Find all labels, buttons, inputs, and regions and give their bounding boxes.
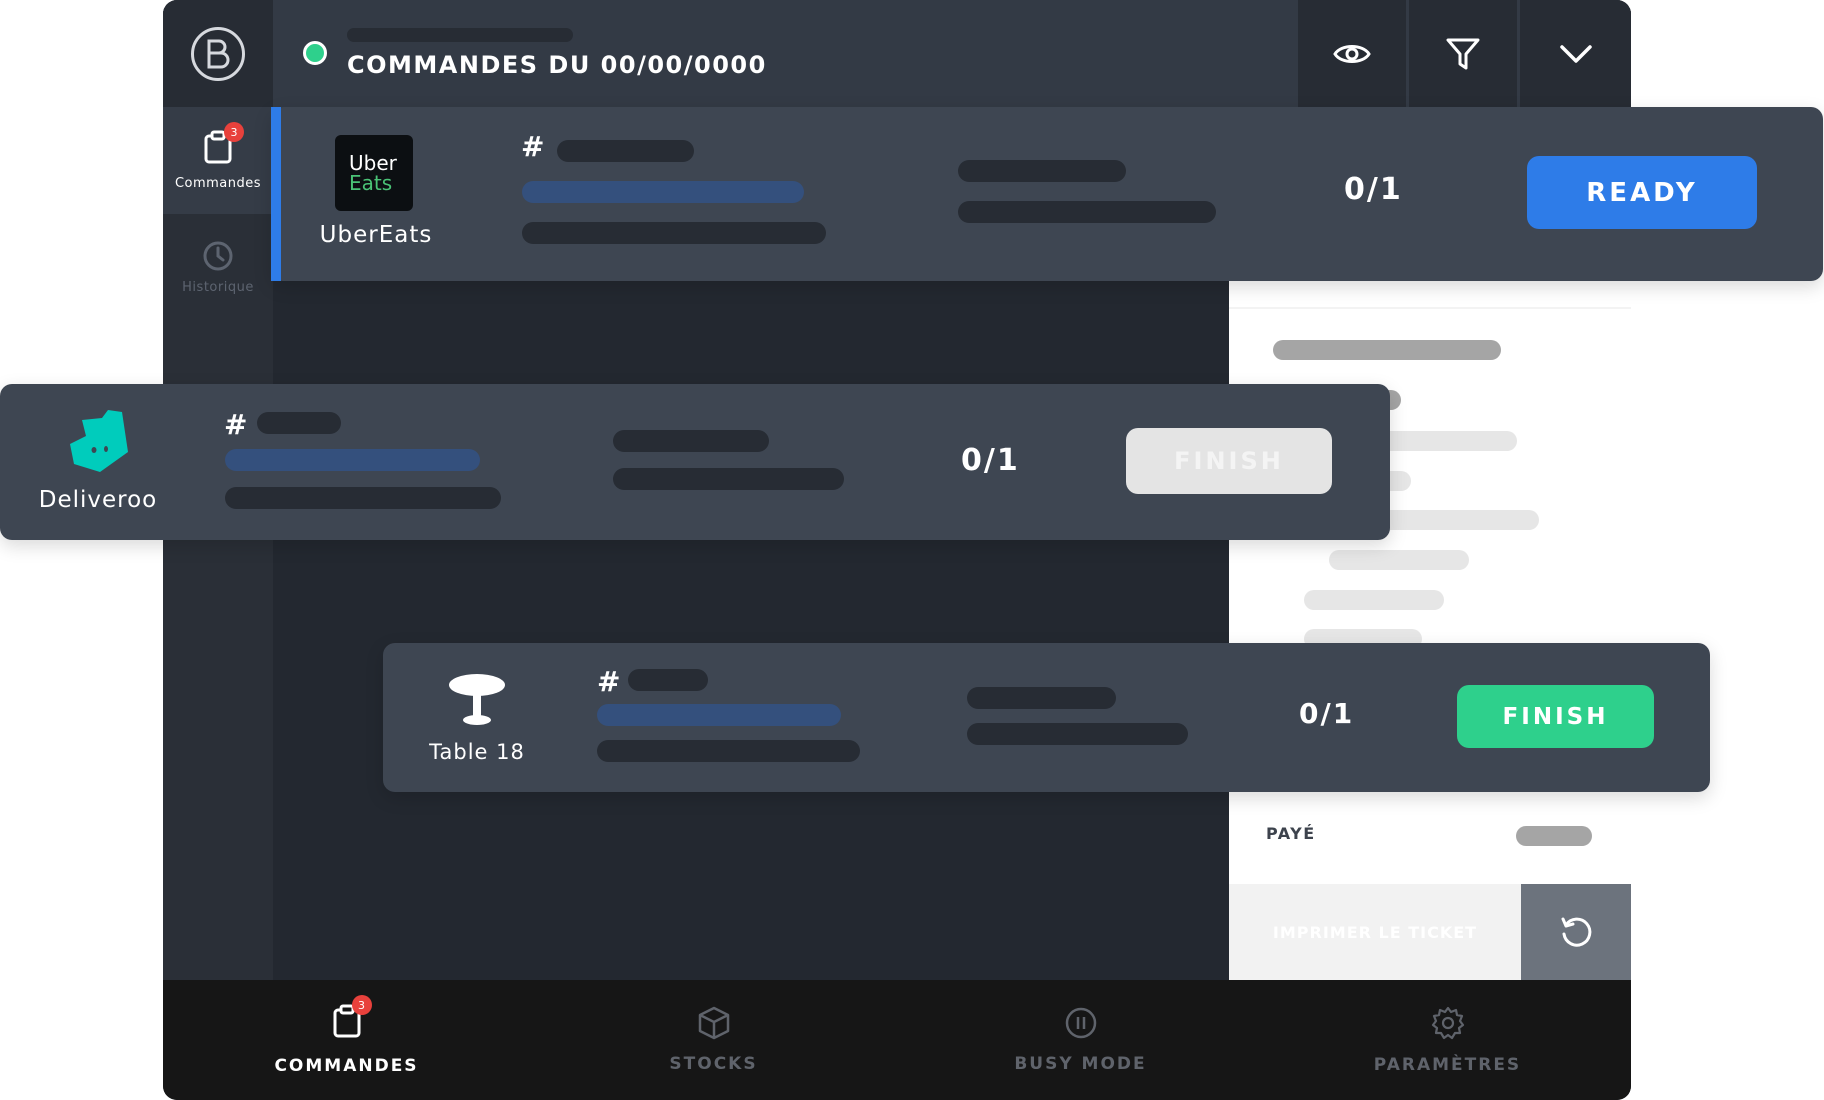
customer-name-placeholder [522,181,804,203]
table-icon [449,674,505,725]
visibility-button[interactable] [1298,0,1406,107]
subtitle-placeholder [347,28,573,42]
order-details-placeholder [522,222,826,244]
items-progress: 0/1 [1299,697,1355,730]
eye-icon [1333,44,1371,63]
finish-button[interactable]: FINISH [1457,685,1654,748]
clock-icon [203,241,233,271]
order-number-placeholder [628,669,708,691]
orders-badge: 3 [224,122,244,142]
ubereats-logo: Uber Eats [335,135,413,211]
nav-label: BUSY MODE [1014,1054,1147,1074]
sidebar: 3 Commandes Historique [163,107,273,980]
nav-parametres[interactable]: PARAMÈTRES [1264,980,1631,1100]
filter-icon [1446,38,1480,69]
page-title: COMMANDES DU 00/00/0000 [347,51,767,79]
sidebar-item-label: Historique [182,280,254,295]
nav-label: COMMANDES [274,1056,419,1076]
order-source-name: UberEats [319,222,433,248]
top-bar: COMMANDES DU 00/00/0000 [163,0,1631,107]
order-number-placeholder [257,412,341,434]
chevron-down-icon [1559,44,1592,63]
sidebar-item-historique[interactable]: Historique [163,214,273,321]
nav-busy-mode[interactable]: BUSY MODE [897,980,1264,1100]
ready-button[interactable]: READY [1527,156,1757,229]
deliveroo-logo-icon [70,410,128,472]
finish-button-disabled[interactable]: FINISH [1126,428,1332,494]
order-number-hash: # [597,665,621,698]
nav-stocks[interactable]: STOCKS [530,980,897,1100]
order-details-placeholder [597,740,860,762]
detail-skeleton-line [1273,340,1501,360]
customer-name-placeholder [225,449,480,471]
nav-label: PARAMÈTRES [1373,1055,1522,1075]
refresh-button[interactable] [1521,884,1631,980]
order-info-placeholder [958,201,1216,223]
filter-button[interactable] [1409,0,1517,107]
order-number-placeholder [557,140,694,162]
sidebar-item-commandes[interactable]: 3 Commandes [163,107,273,214]
online-status-indicator [303,41,327,65]
app-logo[interactable] [163,0,273,107]
items-progress: 0/1 [1344,172,1403,207]
order-time-placeholder [967,687,1116,709]
order-time-placeholder [613,430,769,452]
bottom-navigation: 3 COMMANDES STOCKS BUSY MODE PARAMÈTRES [163,980,1631,1100]
customer-name-placeholder [597,704,841,726]
refresh-icon [1561,917,1592,947]
brand-logo-icon [191,26,245,81]
items-progress: 0/1 [961,443,1020,478]
sidebar-item-label: Commandes [174,176,262,191]
order-number-hash: # [521,130,545,163]
order-number-hash: # [224,408,248,441]
order-info-placeholder [613,468,844,490]
order-details-placeholder [225,487,501,509]
order-time-placeholder [958,160,1126,182]
order-info-placeholder [967,723,1188,745]
order-source-name: Deliveroo [38,487,158,513]
nav-commandes[interactable]: 3 COMMANDES [163,980,530,1100]
detail-skeleton-line [1304,590,1444,610]
paid-amount-placeholder [1516,826,1592,846]
divider [1229,307,1631,309]
nav-label: STOCKS [669,1054,758,1074]
detail-skeleton-line [1329,550,1469,570]
paid-label: PAYÉ [1266,824,1316,843]
gear-icon [1431,1006,1464,1040]
expand-button[interactable] [1520,0,1631,107]
order-source-name: Table 18 [429,740,525,764]
pause-icon [1065,1007,1096,1039]
orders-badge: 3 [351,995,372,1015]
selected-accent [271,107,281,281]
print-ticket-button[interactable]: IMPRIMER LE TICKET [1229,884,1521,980]
box-icon [698,1006,729,1040]
